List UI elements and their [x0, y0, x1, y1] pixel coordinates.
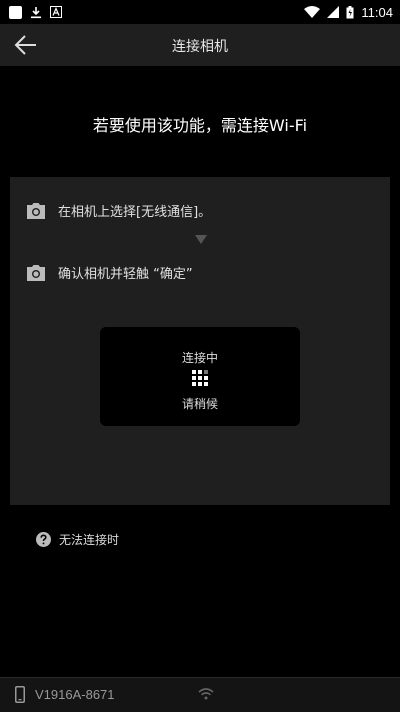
instruction-panel: 在相机上选择[无线通信]。 确认相机并轻触 “确定” 连接中 请稍候: [10, 177, 390, 505]
wifi-icon: [198, 688, 214, 700]
device-info: V1916A-8671: [15, 686, 115, 703]
step-arrow-down-icon: [195, 235, 207, 244]
connecting-wait-text: 请稍候: [181, 397, 218, 411]
status-time: 11:04: [361, 4, 393, 20]
signal-icon: [327, 6, 340, 18]
phone-icon: [15, 686, 25, 703]
status-bar-left: [0, 5, 62, 19]
loading-spinner-icon: [192, 370, 208, 386]
step-select-wireless: 在相机上选择[无线通信]。: [26, 201, 211, 220]
step-text: 在相机上选择[无线通信]。: [58, 205, 212, 220]
camera-icon: [27, 202, 45, 219]
help-circle-icon: [36, 532, 51, 547]
connecting-dialog: 连接中 请稍候: [100, 327, 300, 426]
status-bar-right: 11:04: [304, 5, 400, 20]
help-link-text: 无法连接时: [59, 533, 120, 547]
camera-icon: [27, 264, 45, 281]
step-text: 确认相机并轻触 “确定”: [58, 267, 193, 282]
app-header: 连接相机: [0, 24, 400, 66]
step-confirm-camera: 确认相机并轻触 “确定”: [26, 263, 193, 282]
cannot-connect-help-link[interactable]: 无法连接时: [36, 531, 119, 548]
battery-icon: [346, 5, 354, 18]
a-icon: [50, 6, 62, 18]
page-title: 连接相机: [172, 39, 228, 55]
status-bar: 11:04: [0, 0, 400, 24]
connecting-title: 连接中: [181, 351, 218, 365]
bottom-bar: V1916A-8671: [0, 677, 400, 712]
connect-wifi-headline: 若要使用该功能，需连接Wi-Fi: [92, 116, 308, 135]
download-icon: [31, 6, 41, 18]
device-name: V1916A-8671: [35, 687, 115, 702]
wifi-icon: [304, 6, 321, 18]
notification-square-icon: [9, 5, 22, 19]
